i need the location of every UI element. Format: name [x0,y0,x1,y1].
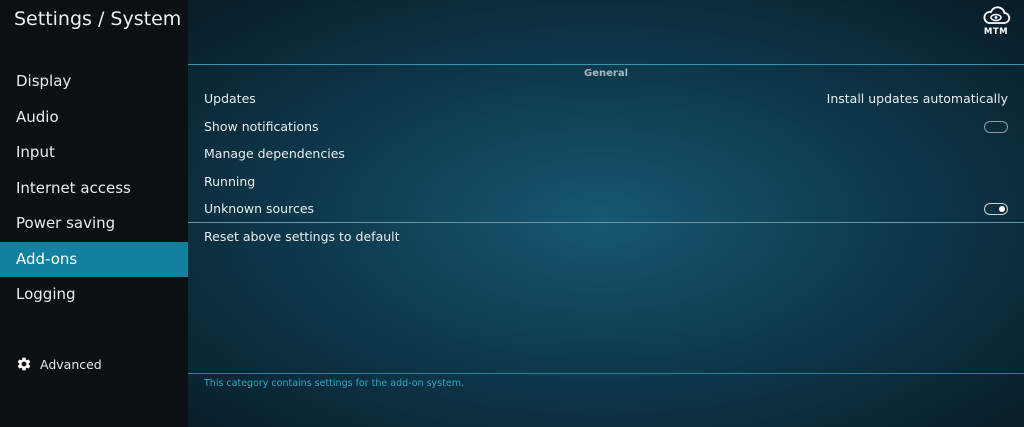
sidebar: Settings / System Display Audio Input In… [0,0,188,427]
setting-show-notifications[interactable]: Show notifications [188,113,1024,141]
sidebar-item-logging[interactable]: Logging [0,277,188,313]
setting-label: Updates [204,91,256,106]
setting-unknown-sources[interactable]: Unknown sources [188,195,1024,223]
sidebar-item-display[interactable]: Display [0,64,188,100]
unknown-sources-toggle[interactable] [984,203,1008,216]
settings-divider [188,222,1024,223]
sidebar-item-input[interactable]: Input [0,135,188,171]
settings-list: Updates Install updates automatically Sh… [188,85,1024,223]
logo-text: MTM [983,27,1009,37]
setting-label: Unknown sources [204,201,315,217]
setting-manage-dependencies[interactable]: Manage dependencies [188,140,1024,168]
sidebar-menu: Display Audio Input Internet access Powe… [0,64,188,313]
footer-divider [188,373,1024,374]
setting-running[interactable]: Running [188,168,1024,196]
advanced-label: Advanced [40,356,102,372]
brand-logo: MTM [978,6,1014,40]
sidebar-item-power-saving[interactable]: Power saving [0,206,188,242]
sidebar-item-audio[interactable]: Audio [0,100,188,136]
advanced-button[interactable]: Advanced [16,356,102,372]
reset-settings-button[interactable]: Reset above settings to default [204,229,400,244]
sidebar-item-internet-access[interactable]: Internet access [0,171,188,207]
category-description: This category contains settings for the … [204,378,464,389]
sidebar-item-add-ons[interactable]: Add-ons [0,241,188,277]
setting-updates[interactable]: Updates Install updates automatically [188,85,1024,113]
gear-icon [17,357,31,371]
cloud-eye-icon [983,6,1011,24]
setting-label: Running [204,173,256,189]
section-title: General [584,68,628,79]
toggle-knob [998,205,1005,212]
setting-label: Manage dependencies [204,146,345,162]
page-title: Settings / System [14,8,182,30]
setting-label: Show notifications [204,118,319,134]
setting-value: Install updates automatically [826,91,1008,106]
notifications-toggle[interactable] [984,120,1008,133]
header-divider [188,64,1024,65]
